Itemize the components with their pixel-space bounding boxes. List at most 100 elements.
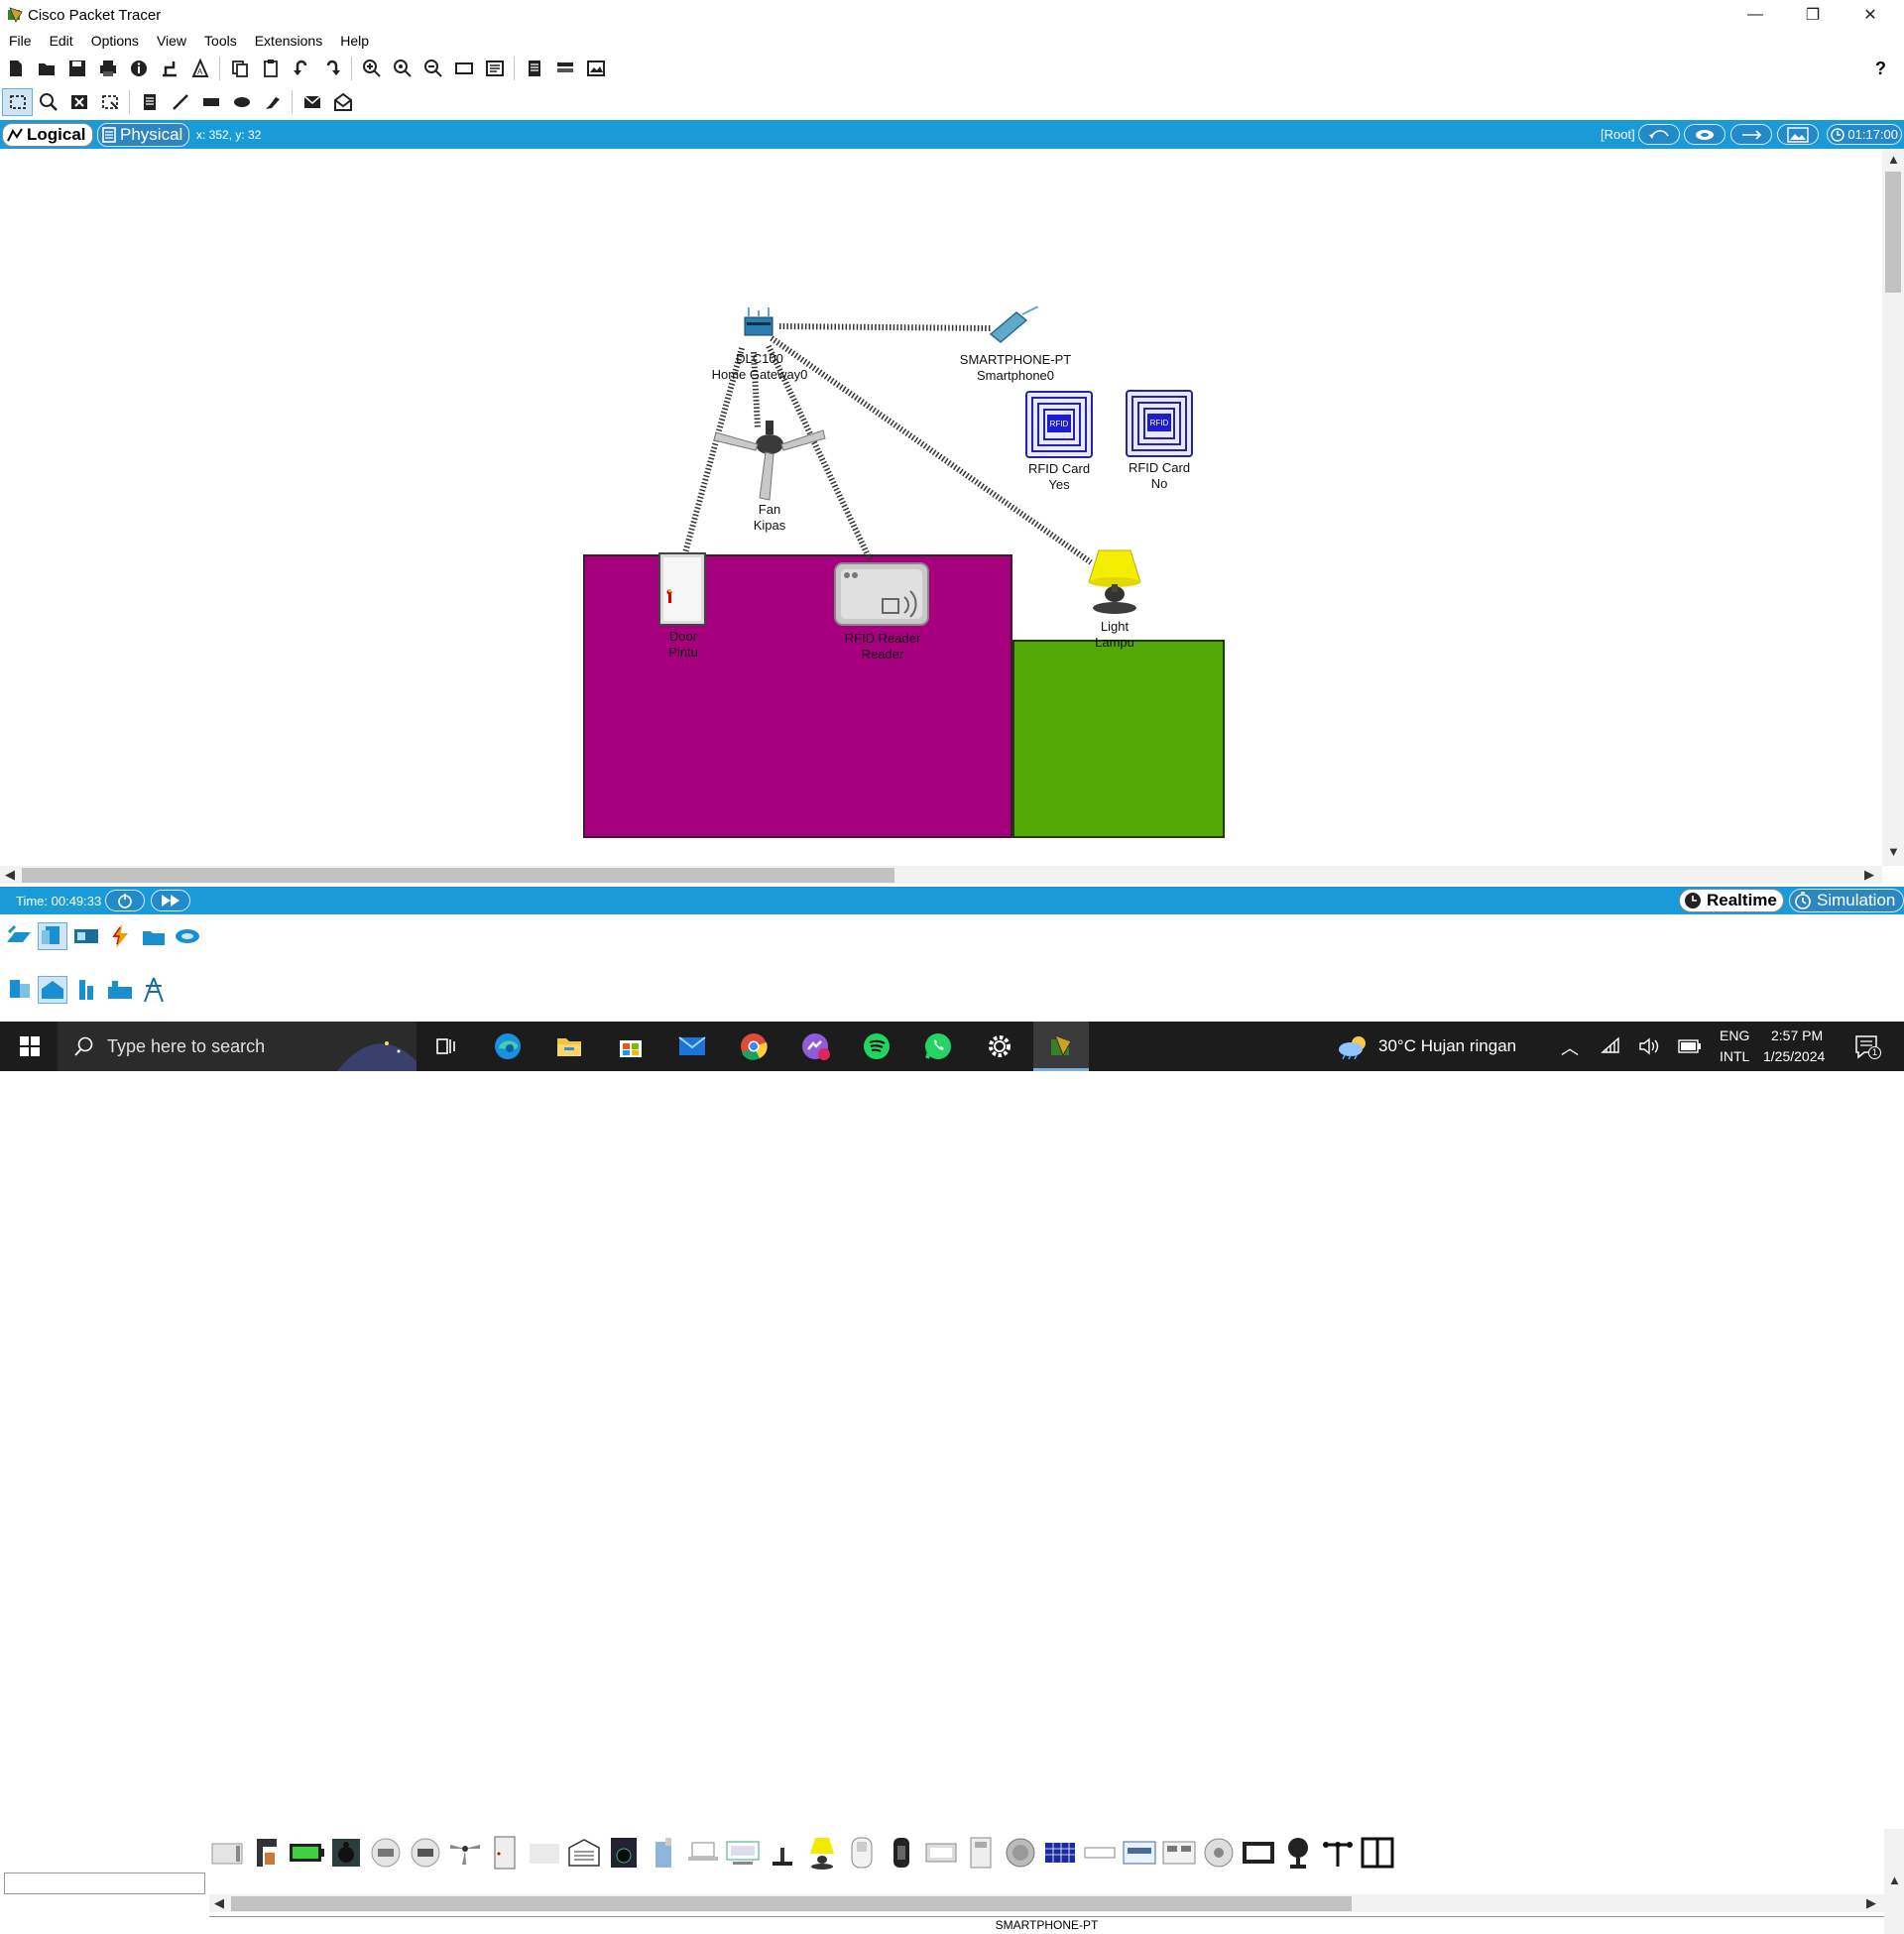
set-background-button[interactable] bbox=[1777, 124, 1819, 145]
subcategory-industrial-icon[interactable] bbox=[105, 976, 135, 1004]
menu-view[interactable]: View bbox=[148, 30, 195, 52]
windows-start-icon[interactable] bbox=[2, 1022, 58, 1071]
smartphone-device[interactable] bbox=[987, 305, 1042, 346]
mail-icon[interactable] bbox=[664, 1022, 720, 1071]
category-network-devices-icon[interactable] bbox=[4, 922, 34, 950]
delete-tool-icon[interactable] bbox=[63, 88, 94, 116]
minimize-button[interactable]: — bbox=[1727, 0, 1783, 30]
device-monitor-icon[interactable] bbox=[725, 1835, 761, 1871]
info-icon[interactable] bbox=[123, 55, 154, 82]
close-button[interactable]: ✕ bbox=[1843, 0, 1898, 30]
logical-workspace[interactable]: DLC100 Home Gateway0 SMARTPHONE-PT Smartph… bbox=[0, 150, 1882, 866]
device-light-icon[interactable] bbox=[804, 1835, 840, 1871]
device-home-speaker-icon[interactable] bbox=[606, 1835, 642, 1871]
whatsapp-icon[interactable] bbox=[910, 1022, 966, 1071]
device-window-icon[interactable] bbox=[527, 1835, 562, 1871]
canvas-horizontal-scrollbar[interactable]: ◀ ▶ bbox=[0, 866, 1882, 884]
custom-device-dialog-icon[interactable] bbox=[479, 55, 510, 82]
horizontal-scroll-thumb[interactable] bbox=[22, 868, 894, 883]
copy-icon[interactable] bbox=[224, 55, 255, 82]
rfid-card-no-device[interactable]: RFID bbox=[1126, 390, 1193, 457]
device-smoke-detector-icon[interactable] bbox=[963, 1835, 999, 1871]
category-connections-icon[interactable] bbox=[105, 922, 135, 950]
device-speaker-icon[interactable] bbox=[328, 1835, 364, 1871]
new-cluster-button[interactable] bbox=[1684, 124, 1726, 145]
redo-icon[interactable] bbox=[316, 55, 347, 82]
scroll-left-icon[interactable]: ◀ bbox=[214, 1895, 224, 1911]
device-camera-icon[interactable] bbox=[1280, 1835, 1316, 1871]
subcategory-end-devices-icon[interactable] bbox=[4, 976, 34, 1004]
menu-help[interactable]: Help bbox=[331, 30, 378, 52]
file-explorer-icon[interactable] bbox=[541, 1022, 597, 1071]
network-info-icon[interactable] bbox=[549, 55, 580, 82]
menu-edit[interactable]: Edit bbox=[41, 30, 82, 52]
freeform-draw-icon[interactable] bbox=[257, 88, 288, 116]
scroll-left-icon[interactable]: ◀ bbox=[5, 867, 15, 883]
add-complex-pdu-icon[interactable] bbox=[327, 88, 358, 116]
category-end-devices-icon[interactable] bbox=[38, 922, 67, 950]
fast-forward-time-button[interactable] bbox=[151, 890, 190, 911]
realtime-mode-button[interactable]: Realtime bbox=[1679, 889, 1784, 912]
restore-button[interactable]: ❐ bbox=[1785, 0, 1841, 30]
volume-icon[interactable] bbox=[1638, 1036, 1660, 1059]
device-window-panel-icon[interactable] bbox=[1122, 1835, 1157, 1871]
inspect-tool-icon[interactable] bbox=[33, 88, 63, 116]
home-gateway-device[interactable] bbox=[739, 305, 778, 339]
root-breadcrumb[interactable]: [Root] bbox=[1601, 127, 1635, 142]
category-components-icon[interactable] bbox=[71, 922, 101, 950]
input-language-top[interactable]: ENG bbox=[1720, 1027, 1749, 1043]
device-antenna-icon[interactable] bbox=[1320, 1835, 1356, 1871]
input-language-bottom[interactable]: INTL bbox=[1720, 1048, 1749, 1064]
open-folder-icon[interactable] bbox=[31, 55, 61, 82]
add-simple-pdu-icon[interactable] bbox=[297, 88, 327, 116]
scroll-up-icon[interactable]: ▲ bbox=[1888, 1873, 1901, 1887]
scroll-right-icon[interactable]: ▶ bbox=[1864, 867, 1874, 883]
device-list-scrollbar[interactable]: ◀ ▶ bbox=[209, 1894, 1884, 1912]
menu-file[interactable]: File bbox=[0, 30, 41, 52]
paste-icon[interactable] bbox=[255, 55, 286, 82]
rfid-reader-device[interactable] bbox=[833, 561, 930, 627]
taskbar-clock-time[interactable]: 2:57 PM bbox=[1771, 1027, 1823, 1043]
device-fire-sprinkler-icon[interactable] bbox=[1201, 1835, 1237, 1871]
subcategory-smart-city-icon[interactable] bbox=[71, 976, 101, 1004]
spotify-icon[interactable] bbox=[849, 1022, 904, 1071]
device-laptop-icon[interactable] bbox=[685, 1835, 721, 1871]
device-door-icon[interactable] bbox=[487, 1835, 523, 1871]
zoom-in-icon[interactable] bbox=[356, 55, 387, 82]
power-cycle-devices-button[interactable] bbox=[105, 890, 145, 911]
microsoft-store-icon[interactable] bbox=[603, 1022, 658, 1071]
select-tool-icon[interactable] bbox=[2, 88, 33, 116]
device-siren-icon[interactable] bbox=[1082, 1835, 1118, 1871]
device-wall-window-icon[interactable] bbox=[1360, 1835, 1395, 1871]
device-humidifier-icon[interactable] bbox=[646, 1835, 681, 1871]
simulation-mode-button[interactable]: Simulation bbox=[1789, 889, 1904, 912]
menu-extensions[interactable]: Extensions bbox=[246, 30, 331, 52]
packet-tracer-taskbar-icon[interactable] bbox=[1033, 1022, 1089, 1071]
fan-device[interactable] bbox=[712, 421, 827, 504]
activity-wizard-icon[interactable]: A bbox=[184, 55, 215, 82]
task-view-icon[interactable] bbox=[418, 1022, 474, 1071]
notification-center-icon[interactable]: 1 bbox=[1854, 1034, 1881, 1063]
taskbar-clock-date[interactable]: 1/25/2024 bbox=[1763, 1048, 1825, 1064]
new-file-icon[interactable] bbox=[0, 55, 31, 82]
wifi-icon[interactable] bbox=[1601, 1036, 1622, 1059]
device-garage-icon[interactable] bbox=[566, 1835, 602, 1871]
scroll-down-icon[interactable]: ▼ bbox=[1887, 844, 1900, 859]
viewport-icon[interactable] bbox=[519, 55, 549, 82]
device-panel-vertical-scrollbar[interactable]: ▲ bbox=[1884, 1829, 1904, 1934]
subcategory-power-grid-icon[interactable] bbox=[139, 976, 169, 1004]
menu-tools[interactable]: Tools bbox=[195, 30, 246, 52]
device-search-input[interactable] bbox=[4, 1873, 205, 1894]
viewport-clock[interactable]: 01:17:00 bbox=[1827, 124, 1902, 145]
device-battery-icon[interactable] bbox=[289, 1835, 324, 1871]
canvas-vertical-scrollbar[interactable]: ▲ ▼ bbox=[1882, 150, 1904, 866]
save-icon[interactable] bbox=[61, 55, 92, 82]
device-lawn-sprinkler-icon[interactable] bbox=[765, 1835, 800, 1871]
menu-options[interactable]: Options bbox=[82, 30, 148, 52]
device-ceiling-fan-icon[interactable] bbox=[447, 1835, 483, 1871]
settings-gear-icon[interactable] bbox=[972, 1022, 1027, 1071]
network-wizard-icon[interactable] bbox=[154, 55, 184, 82]
weather-icon[interactable] bbox=[1337, 1033, 1370, 1062]
door-device[interactable] bbox=[658, 552, 706, 626]
scroll-up-icon[interactable]: ▲ bbox=[1887, 152, 1900, 167]
